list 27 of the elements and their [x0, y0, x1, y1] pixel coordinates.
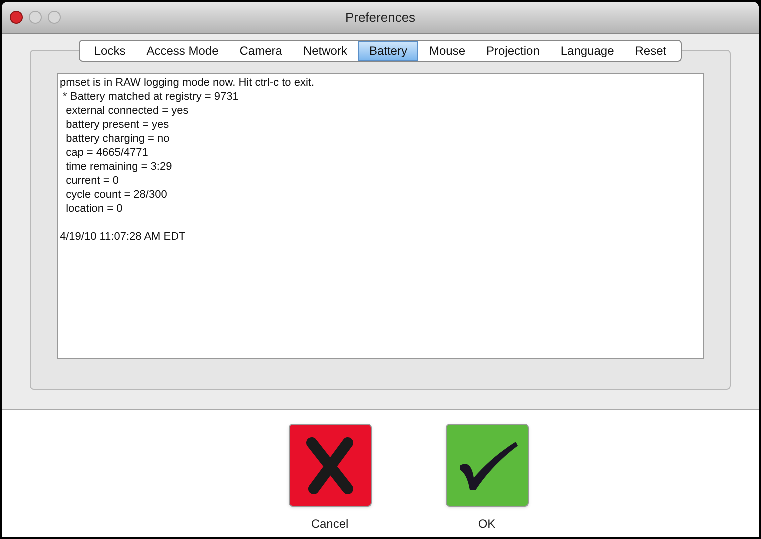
tab[interactable]: Language — [550, 41, 624, 61]
log-line: time remaining = 3:29 — [65, 160, 174, 174]
tab[interactable]: Reset — [625, 41, 677, 61]
window-title: Preferences — [345, 8, 416, 27]
log-line: pmset is in RAW logging mode now. Hit ctrl-c to exit. — [60, 76, 316, 90]
log-timestamp: 4/19/10 11:07:28 AM EDT — [60, 230, 187, 244]
tab[interactable]: Camera — [230, 41, 292, 61]
minimize-icon[interactable] — [29, 11, 42, 24]
tab[interactable]: Mouse — [419, 41, 476, 61]
ok-button[interactable]: OK — [446, 424, 528, 537]
log-line: cycle count = 28/300 — [65, 188, 168, 202]
log-line: current = 0 — [65, 174, 120, 188]
log-line: external connected = yes — [65, 104, 190, 118]
cross-icon — [304, 436, 356, 494]
log-line: location = 0 — [65, 202, 124, 216]
log-line: * Battery matched at registry = 9731 — [62, 90, 240, 104]
log-line: cap = 4665/4771 — [65, 146, 150, 160]
log-line: battery charging = no — [65, 132, 171, 146]
tab[interactable]: Battery — [358, 41, 418, 61]
close-icon[interactable] — [10, 11, 23, 24]
zoom-icon[interactable] — [48, 11, 61, 24]
tab[interactable]: Network — [293, 41, 358, 61]
tab[interactable]: Projection — [476, 41, 550, 61]
log-line: battery present = yes — [65, 118, 170, 132]
cancel-button[interactable]: Cancel — [288, 424, 372, 537]
tab[interactable]: Locks — [84, 41, 136, 61]
tab[interactable]: Access Mode — [136, 41, 229, 61]
